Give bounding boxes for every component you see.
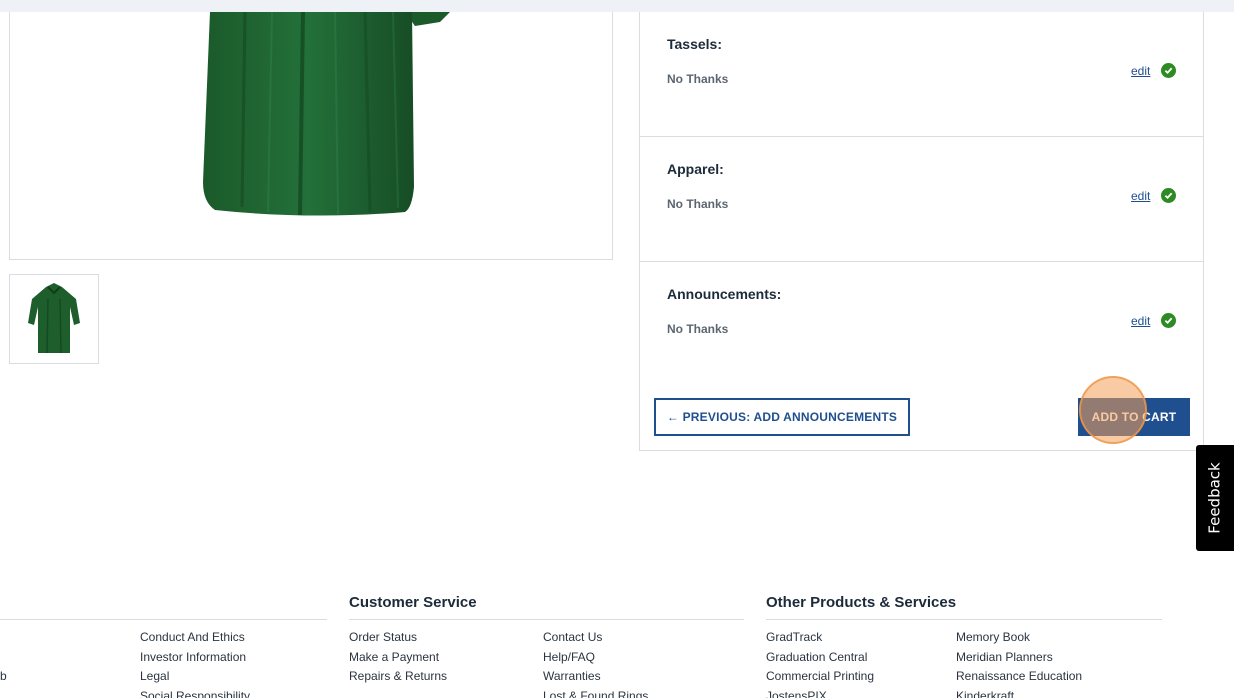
edit-link[interactable]: edit	[1131, 189, 1150, 203]
footer-customer-service-links-1: Order Status Make a Payment Repairs & Re…	[349, 628, 447, 687]
option-section-apparel: Apparel: No Thanks edit	[640, 137, 1203, 262]
footer-link[interactable]: Make a Payment	[349, 648, 447, 668]
footer-link[interactable]: Legal	[140, 667, 250, 687]
footer-divider	[0, 619, 327, 620]
footer-link[interactable]: Lost & Found Rings	[543, 687, 648, 698]
options-summary-panel: Tassels: No Thanks edit Apparel: No Than…	[639, 12, 1204, 451]
footer-other-products-links-1: GradTrack Graduation Central Commercial …	[766, 628, 874, 698]
footer-other-products-links-2: Memory Book Meridian Planners Renaissanc…	[956, 628, 1082, 698]
footer-edge-fragment: b	[0, 669, 7, 683]
footer-heading-customer-service: Customer Service	[349, 594, 477, 611]
edit-link[interactable]: edit	[1131, 64, 1150, 78]
check-icon	[1161, 188, 1176, 203]
footer-link[interactable]: Order Status	[349, 628, 447, 648]
graduation-gown-thumbnail-image	[28, 283, 80, 354]
option-value: No Thanks	[667, 322, 729, 336]
footer-divider	[766, 619, 1162, 620]
footer-link[interactable]: Repairs & Returns	[349, 667, 447, 687]
option-title: Tassels:	[667, 36, 722, 52]
add-to-cart-button[interactable]: ADD TO CART	[1078, 398, 1190, 436]
option-title: Apparel:	[667, 161, 724, 177]
option-section-announcements: Announcements: No Thanks edit	[640, 262, 1203, 387]
edit-link[interactable]: edit	[1131, 314, 1150, 328]
footer-company-links: Conduct And Ethics Investor Information …	[140, 628, 250, 698]
footer-link[interactable]: Kinderkraft	[956, 687, 1082, 698]
footer-link[interactable]: Investor Information	[140, 648, 250, 668]
footer-link[interactable]: Meridian Planners	[956, 648, 1082, 668]
footer-link[interactable]: JostensPIX	[766, 687, 874, 698]
footer-link[interactable]: Warranties	[543, 667, 648, 687]
check-icon	[1161, 63, 1176, 78]
option-value: No Thanks	[667, 197, 729, 211]
top-strip	[0, 0, 1234, 12]
footer-customer-service-links-2: Contact Us Help/FAQ Warranties Lost & Fo…	[543, 628, 648, 698]
footer-link[interactable]: Graduation Central	[766, 648, 874, 668]
footer-link[interactable]: Commercial Printing	[766, 667, 874, 687]
previous-add-announcements-button[interactable]: ← PREVIOUS: ADD ANNOUNCEMENTS	[654, 398, 910, 436]
product-main-image	[9, 12, 613, 260]
product-thumbnail[interactable]	[9, 274, 99, 364]
footer-divider	[349, 619, 744, 620]
feedback-tab[interactable]: Feedback	[1196, 445, 1234, 551]
footer-link[interactable]: Help/FAQ	[543, 648, 648, 668]
footer-link[interactable]: Contact Us	[543, 628, 648, 648]
footer-link[interactable]: GradTrack	[766, 628, 874, 648]
feedback-label: Feedback	[1206, 462, 1224, 534]
check-icon	[1161, 313, 1176, 328]
footer-link[interactable]: Renaissance Education	[956, 667, 1082, 687]
footer-link[interactable]: Memory Book	[956, 628, 1082, 648]
footer-link[interactable]: Social Responsibility	[140, 687, 250, 698]
footer-link[interactable]: Conduct And Ethics	[140, 628, 250, 648]
option-title: Announcements:	[667, 286, 782, 302]
option-value: No Thanks	[667, 72, 729, 86]
option-section-tassels: Tassels: No Thanks edit	[640, 12, 1203, 137]
graduation-gown-image	[203, 12, 450, 216]
footer-heading-other-products: Other Products & Services	[766, 594, 957, 611]
